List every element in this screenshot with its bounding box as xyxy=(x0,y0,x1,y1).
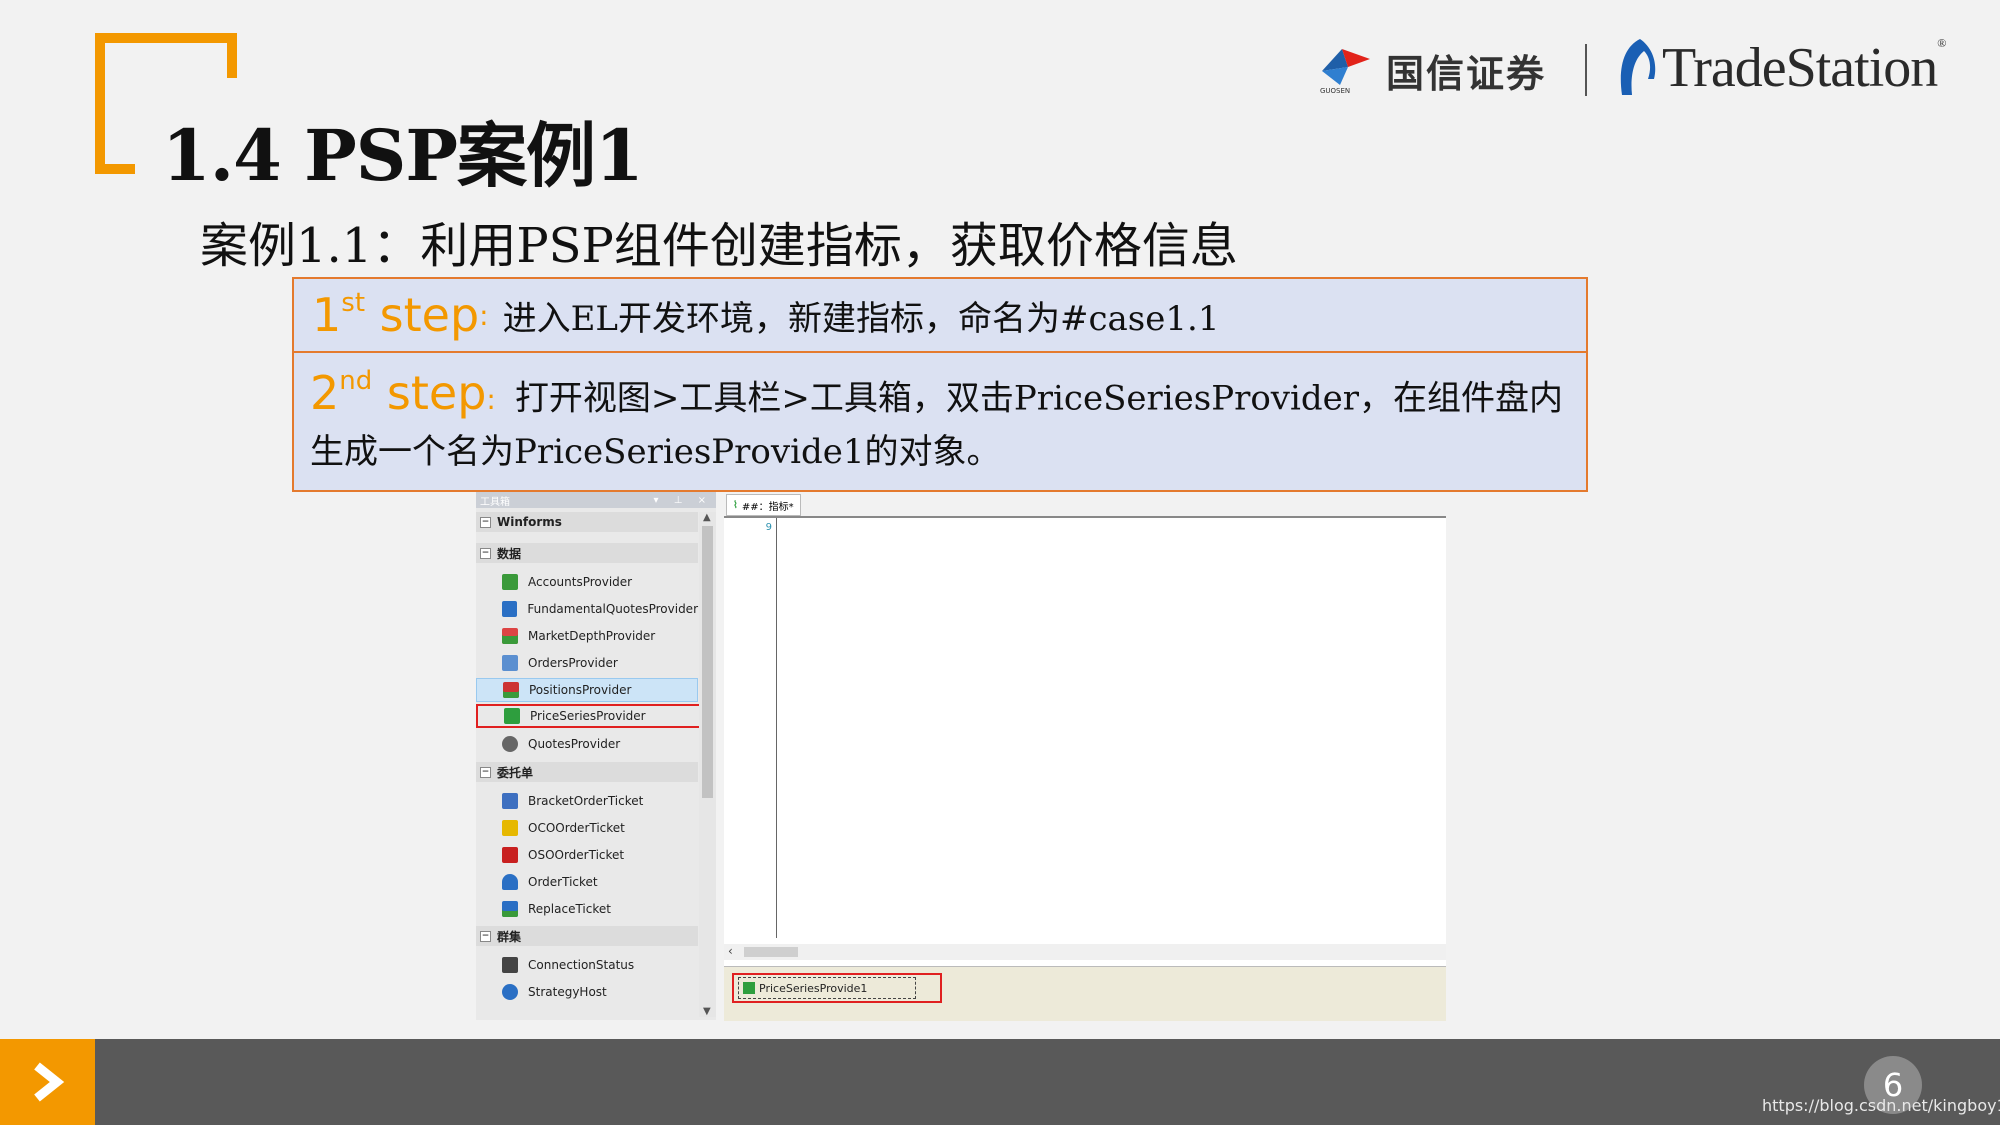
steps-box: 1st step: 进入EL开发环境，新建指标，命名为#case1.1 2nd … xyxy=(292,277,1588,493)
tradestation-logo-icon xyxy=(1620,39,1656,95)
footer-bar xyxy=(0,1039,2000,1125)
line-number-gutter: 9 xyxy=(724,518,777,938)
toolbox-item-accounts-provider[interactable]: AccountsProvider xyxy=(476,570,698,594)
title-bracket-decoration xyxy=(95,164,135,174)
category-orders[interactable]: − 委托单 xyxy=(476,762,698,782)
slide-title: 1.4 PSP案例1 xyxy=(162,114,644,197)
toolbox-item-strategy-host[interactable]: StrategyHost xyxy=(476,980,698,1004)
oso-ticket-icon xyxy=(502,847,518,863)
toolbox-window-controls[interactable]: ▾ ⊥ × xyxy=(654,495,712,506)
quotes-icon xyxy=(502,736,518,752)
step-1-label: 1st step xyxy=(312,287,480,342)
toolbox-item-oso-order-ticket[interactable]: OSOOrderTicket xyxy=(476,843,698,867)
hand-pointer-icon xyxy=(502,874,518,890)
title-bracket-decoration xyxy=(95,33,105,174)
scroll-up-icon[interactable]: ▲ xyxy=(703,512,711,523)
toolbox-item-orders-provider[interactable]: OrdersProvider xyxy=(476,651,698,675)
toolbox-item-fundamental-quotes-provider[interactable]: FundamentalQuotesProvider xyxy=(476,597,698,621)
toolbox-scrollbar[interactable]: ▲ ▼ xyxy=(699,512,716,1017)
scrollbar-thumb[interactable] xyxy=(744,947,798,957)
collapse-icon[interactable]: − xyxy=(480,766,491,778)
ide-screenshot: 工具箱 ▾ ⊥ × − Winforms − 数据 AccountsProvider… xyxy=(476,492,1446,1021)
scroll-down-icon[interactable]: ▼ xyxy=(703,1006,711,1017)
toolbox-header: 工具箱 ▾ ⊥ × xyxy=(476,492,716,508)
step-1-text: 进入EL开发环境，新建指标，命名为#case1.1 xyxy=(502,298,1220,339)
step-2-label: 2nd step xyxy=(310,366,487,421)
toolbox-item-market-depth-provider[interactable]: MarketDepthProvider xyxy=(476,624,698,648)
toolbox-panel: 工具箱 ▾ ⊥ × − Winforms − 数据 AccountsProvider… xyxy=(476,492,716,1020)
category-winforms[interactable]: − Winforms xyxy=(476,512,698,532)
toolbox-item-bracket-order-ticket[interactable]: BracketOrderTicket xyxy=(476,789,698,813)
guosen-logo-mark: GUOSEN xyxy=(1318,45,1374,95)
toolbox-item-price-series-provider[interactable]: PriceSeriesProvider xyxy=(476,704,714,728)
bank-icon xyxy=(502,601,518,617)
tools-icon xyxy=(502,957,518,973)
editor-tabbar: ⌇ ##：指标* xyxy=(724,492,1446,518)
oco-ticket-icon xyxy=(502,820,518,836)
scrollbar-thumb[interactable] xyxy=(702,526,713,798)
collapse-icon[interactable]: − xyxy=(480,930,491,942)
line-number: 9 xyxy=(765,522,772,533)
footer-arrow-icon xyxy=(0,1039,95,1125)
component-tray: PriceSeriesProvide1 xyxy=(724,966,1446,1021)
logo-divider xyxy=(1585,44,1587,96)
bracket-ticket-icon xyxy=(502,793,518,809)
strategy-host-icon xyxy=(502,984,518,1000)
toolbox-item-oco-order-ticket[interactable]: OCOOrderTicket xyxy=(476,816,698,840)
tradestation-logo: TradeStation® xyxy=(1614,36,1946,100)
toolbox-item-positions-provider[interactable]: PositionsProvider xyxy=(476,678,698,702)
toolbox-title: 工具箱 xyxy=(480,496,510,508)
svg-text:GUOSEN: GUOSEN xyxy=(1320,87,1350,95)
toolbox-item-connection-status[interactable]: ConnectionStatus xyxy=(476,953,698,977)
price-bars-icon xyxy=(504,708,520,724)
tradestation-logo-text: TradeStation® xyxy=(1662,36,1946,99)
horizontal-scrollbar[interactable]: ‹ xyxy=(724,944,1446,960)
step-2: 2nd step: 打开视图>工具栏>工具箱，双击PriceSeriesProv… xyxy=(310,366,1564,473)
positions-icon xyxy=(503,682,519,698)
category-data[interactable]: − 数据 xyxy=(476,543,698,563)
category-cluster[interactable]: − 群集 xyxy=(476,926,698,946)
guosen-logo-text: 国信证券 xyxy=(1386,51,1547,96)
indicator-icon: ⌇ xyxy=(733,499,738,511)
toolbox-item-replace-ticket[interactable]: ReplaceTicket xyxy=(476,897,698,921)
tray-component-priceseriesprovide1[interactable]: PriceSeriesProvide1 xyxy=(732,973,942,1003)
toolbox-item-order-ticket[interactable]: OrderTicket xyxy=(476,870,698,894)
guosen-logo: GUOSEN 国信证券 xyxy=(1318,40,1546,100)
scroll-left-icon[interactable]: ‹ xyxy=(728,944,733,958)
title-bracket-decoration xyxy=(227,33,237,78)
market-depth-icon xyxy=(502,628,518,644)
money-bag-icon xyxy=(502,574,518,590)
editor-tab[interactable]: ⌇ ##：指标* xyxy=(726,494,801,516)
toolbox-item-quotes-provider[interactable]: QuotesProvider xyxy=(476,732,698,756)
replace-ticket-icon xyxy=(502,901,518,917)
title-bracket-decoration xyxy=(95,33,237,43)
orders-icon xyxy=(502,655,518,671)
slide-subtitle: 案例1.1：利用PSP组件创建指标，获取价格信息 xyxy=(200,218,1238,274)
code-editor: ⌇ ##：指标* 9 ‹ PriceSeriesProvide1 xyxy=(724,492,1446,1021)
collapse-icon[interactable]: − xyxy=(480,516,491,528)
step-2-text: 打开视图>工具栏>工具箱，双击PriceSeriesProvider，在组件盘内… xyxy=(310,378,1564,473)
price-bars-icon xyxy=(743,982,755,994)
collapse-icon[interactable]: − xyxy=(480,547,491,559)
watermark-url: https://blog.csdn.net/kingboy100 xyxy=(1762,1096,2000,1115)
step-1: 1st step: 进入EL开发环境，新建指标，命名为#case1.1 xyxy=(294,279,1586,353)
